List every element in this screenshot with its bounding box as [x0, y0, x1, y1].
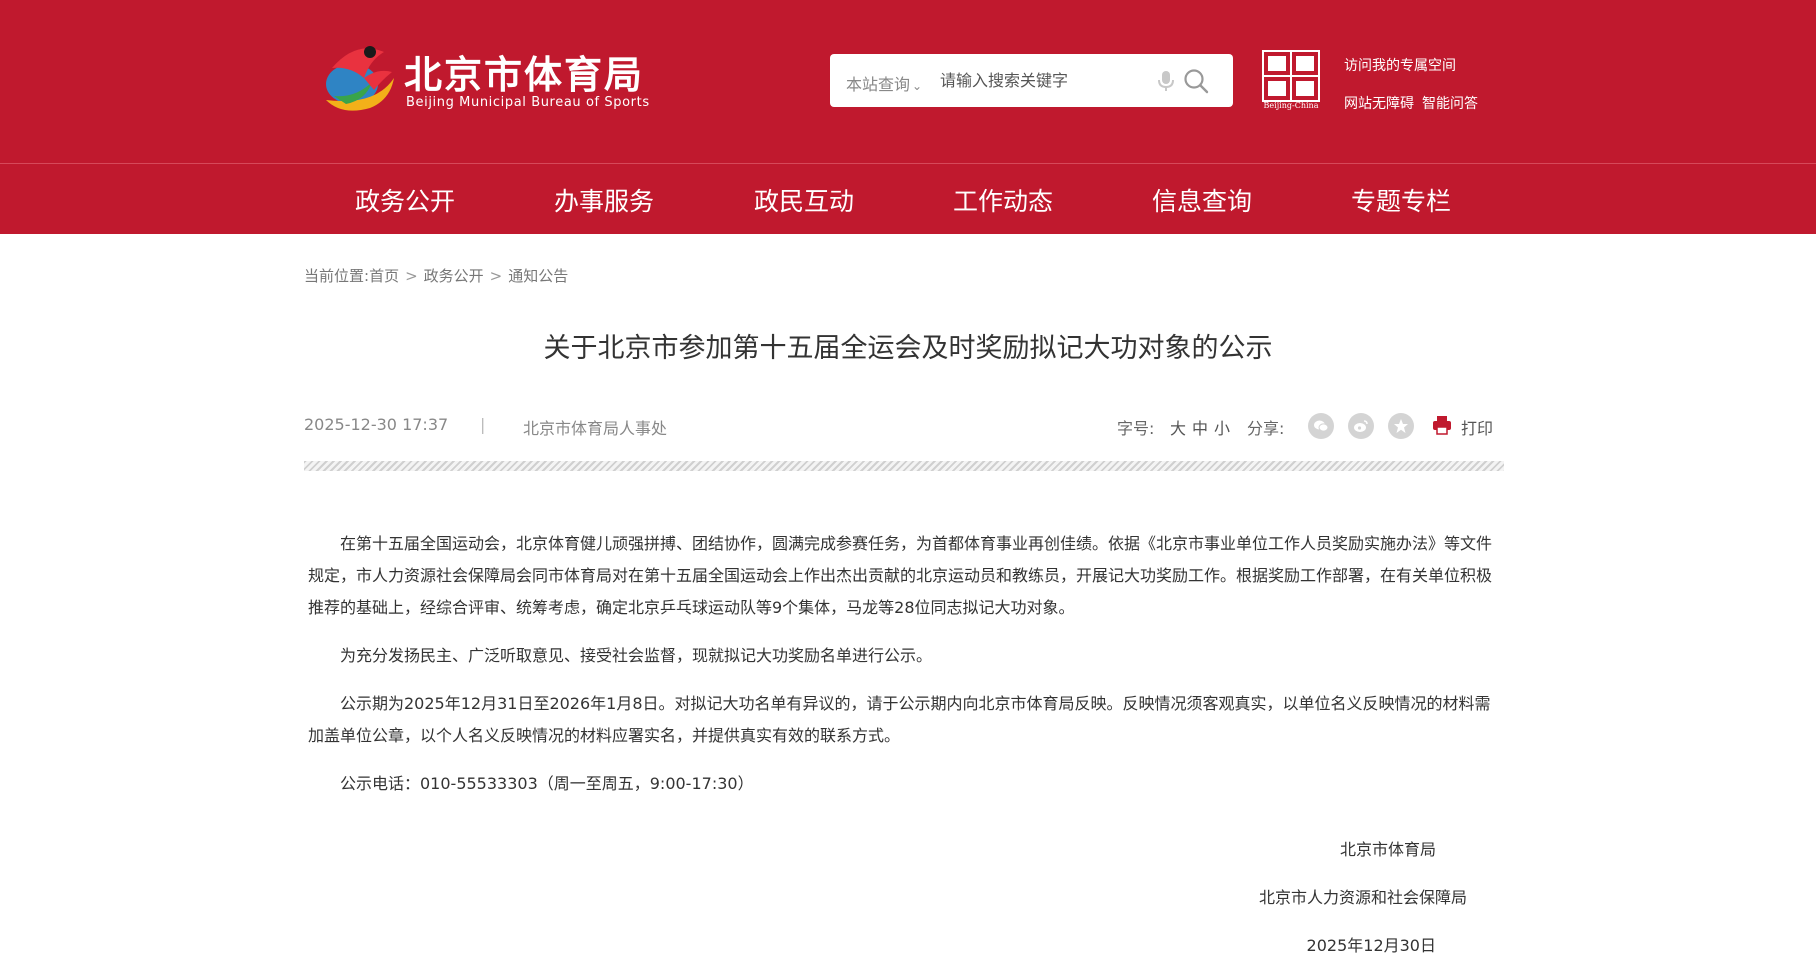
share-label: 分享: — [1247, 419, 1285, 438]
meta-divider: | — [480, 415, 486, 434]
nav-item-special-topics[interactable]: 专题专栏 — [1351, 182, 1451, 218]
breadcrumb-separator: > — [489, 267, 503, 285]
font-size-medium[interactable]: 中 — [1192, 415, 1208, 439]
publish-date: 2025-12-30 17:37 — [304, 415, 449, 434]
search-scope-select[interactable]: 本站查询 ⌄ — [846, 71, 922, 95]
breadcrumb-separator: > — [405, 267, 418, 285]
nav-item-work-news[interactable]: 工作动态 — [953, 182, 1053, 218]
article-paragraph: 为充分发扬民主、广泛听取意见、接受社会监督，现就拟记大功奖励名单进行公示。 — [340, 646, 933, 665]
search-input[interactable] — [940, 62, 1150, 99]
font-size-label: 字号: — [1117, 419, 1155, 438]
favorite-icon[interactable] — [1388, 413, 1414, 439]
article-paragraph: 在第十五届全国运动会，北京体育健儿顽强拼搏、团结协作，圆满完成参赛任务，为首都体… — [308, 534, 1493, 617]
breadcrumb-prefix: 当前位置: — [304, 267, 370, 285]
nav-item-services[interactable]: 办事服务 — [554, 182, 654, 218]
nav-item-government-affairs[interactable]: 政务公开 — [355, 182, 455, 218]
article-source: 北京市体育局人事处 — [523, 419, 668, 438]
title-divider-stripe — [304, 461, 1504, 471]
search-scope-label: 本站查询 — [846, 75, 911, 94]
search-icon[interactable] — [1182, 67, 1210, 95]
printer-icon[interactable] — [1432, 415, 1452, 435]
main-nav — [0, 163, 1816, 234]
site-title[interactable]: 北京市体育局 — [404, 44, 644, 99]
signature-date: 2025年12月30日 — [1306, 936, 1436, 955]
badge-caption: Beijing-China — [1263, 101, 1319, 110]
logo-icon[interactable] — [312, 38, 400, 118]
site-subtitle: Beijing Municipal Bureau of Sports — [406, 95, 650, 110]
weibo-icon[interactable] — [1348, 413, 1374, 439]
breadcrumb: 当前位置:首页 > 政务公开 > 通知公告 — [304, 265, 568, 286]
chevron-down-icon: ⌄ — [912, 79, 923, 93]
article-paragraph: 公示电话：010-55533303（周一至周五，9:00-17:30） — [340, 774, 754, 793]
breadcrumb-government-affairs[interactable]: 政务公开 — [424, 267, 484, 285]
nav-item-interaction[interactable]: 政民互动 — [754, 182, 854, 218]
wechat-icon[interactable] — [1308, 413, 1334, 439]
article-title: 关于北京市参加第十五届全运会及时奖励拟记大功对象的公示 — [543, 333, 1273, 364]
accessibility-link[interactable]: 网站无障碍 — [1344, 93, 1414, 113]
microphone-icon[interactable] — [1155, 69, 1177, 93]
signature-sports-bureau: 北京市体育局 — [1339, 840, 1436, 859]
article-paragraph: 公示期为2025年12月31日至2026年1月8日。对拟记大功名单有异议的，请于… — [308, 694, 1491, 745]
personal-space-link[interactable]: 访问我的专属空间 — [1344, 55, 1456, 75]
font-size-large[interactable]: 大 — [1170, 415, 1186, 439]
nav-item-info-query[interactable]: 信息查询 — [1152, 182, 1252, 218]
signature-hr-bureau: 北京市人力资源和社会保障局 — [1258, 888, 1467, 907]
font-size-small[interactable]: 小 — [1214, 415, 1230, 439]
search-box: 本站查询 ⌄ — [830, 54, 1233, 107]
breadcrumb-home[interactable]: 首页 — [369, 267, 399, 285]
print-button[interactable]: 打印 — [1461, 415, 1493, 439]
smart-qa-link[interactable]: 智能问答 — [1422, 93, 1478, 113]
breadcrumb-notices[interactable]: 通知公告 — [508, 267, 568, 285]
